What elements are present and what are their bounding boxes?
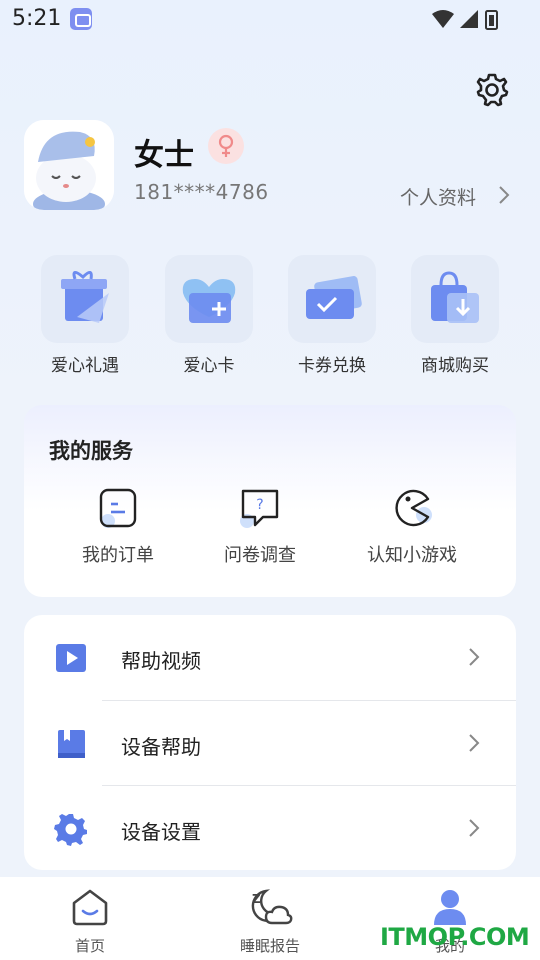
user-icon xyxy=(434,890,466,925)
service-label: 问卷调查 xyxy=(224,545,296,566)
quick-action-mall[interactable]: 商城购买 xyxy=(411,255,499,376)
service-label: 认知小游戏 xyxy=(367,545,457,566)
service-my-orders[interactable]: 我的订单 xyxy=(58,487,178,567)
play-video-icon xyxy=(56,644,86,672)
tab-label: 首页 xyxy=(74,937,105,955)
service-cognitive-game[interactable]: 认知小游戏 xyxy=(352,487,472,567)
gear-icon xyxy=(54,814,87,846)
menu-item-device-help[interactable]: 设备帮助 xyxy=(24,701,516,786)
service-label: 我的订单 xyxy=(82,545,154,566)
game-icon xyxy=(395,489,432,527)
system-status-icons xyxy=(432,10,498,30)
quick-action-heart-card[interactable]: 爱心卡 xyxy=(165,255,253,376)
cat-avatar-illustration xyxy=(24,120,114,210)
svg-text:?: ? xyxy=(256,497,263,513)
quick-action-ticket[interactable]: 卡券兑换 xyxy=(288,255,376,376)
tab-label: 睡眠报告 xyxy=(239,937,300,955)
chevron-right-icon[interactable] xyxy=(496,184,512,206)
profile-link[interactable]: 个人资料 xyxy=(400,183,476,210)
menu-item-device-settings[interactable]: 设备设置 xyxy=(24,786,516,871)
services-card: 我的服务 我的订单 ? 问卷调查 认知小游戏 xyxy=(24,405,516,597)
menu-item-label: 帮助视频 xyxy=(121,649,201,673)
survey-icon: ? xyxy=(240,489,279,528)
chevron-right-icon xyxy=(469,648,480,666)
user-phone: 181****4786 xyxy=(134,180,269,204)
wifi-icon xyxy=(432,10,454,28)
services-title: 我的服务 xyxy=(49,439,133,463)
menu-item-label: 设备设置 xyxy=(121,820,201,844)
svg-text:Z: Z xyxy=(252,892,261,906)
settings-gear-icon[interactable] xyxy=(474,72,510,108)
user-name: 女士 xyxy=(134,138,194,173)
tab-sleep-report[interactable]: Z 睡眠报告 xyxy=(210,887,330,956)
signal-icon xyxy=(460,10,478,28)
quick-action-label: 卡券兑换 xyxy=(298,356,366,376)
tab-home[interactable]: 首页 xyxy=(30,887,150,956)
menu-item-label: 设备帮助 xyxy=(121,735,201,759)
shopping-bag-icon xyxy=(411,255,499,343)
sleep-report-icon: Z xyxy=(251,889,293,925)
heart-card-icon xyxy=(165,255,253,343)
avatar[interactable] xyxy=(24,120,114,210)
watermark: ITMOP.COM xyxy=(380,923,530,951)
quick-action-label: 商城购买 xyxy=(421,356,489,376)
quick-action-gift[interactable]: 爱心礼遇 xyxy=(41,255,129,376)
menu-item-help-video[interactable]: 帮助视频 xyxy=(24,615,516,700)
chevron-right-icon xyxy=(469,734,480,752)
ticket-icon xyxy=(288,255,376,343)
book-icon xyxy=(58,730,85,758)
settings-menu: 帮助视频 设备帮助 设备设置 xyxy=(24,615,516,870)
female-gender-badge xyxy=(208,128,244,164)
service-survey[interactable]: ? 问卷调查 xyxy=(200,487,320,567)
female-icon xyxy=(218,134,234,157)
quick-action-label: 爱心礼遇 xyxy=(51,356,119,376)
status-time: 5:21 xyxy=(12,6,62,31)
order-icon xyxy=(99,488,137,528)
chevron-right-icon xyxy=(469,819,480,837)
gift-icon xyxy=(41,255,129,343)
home-icon xyxy=(72,889,108,926)
quick-action-label: 爱心卡 xyxy=(183,356,235,376)
status-bar: 5:21 xyxy=(0,0,540,40)
app-notification-icon xyxy=(70,8,92,30)
